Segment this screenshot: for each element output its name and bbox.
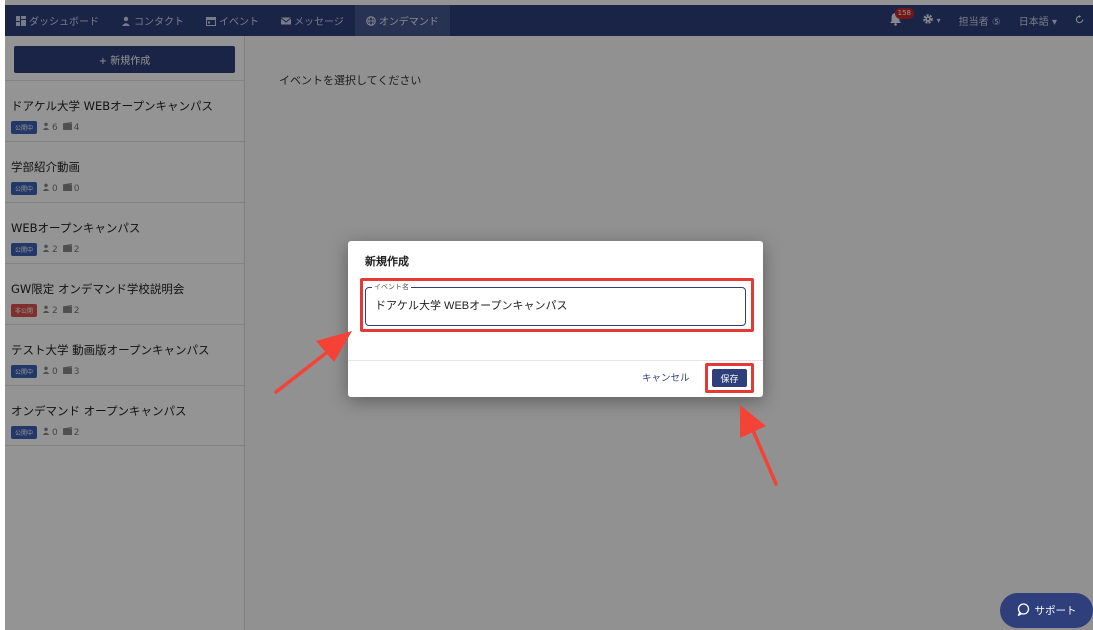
support-label: サポート — [1034, 605, 1077, 617]
dialog-divider — [348, 360, 763, 361]
dialog-title: 新規作成 — [365, 255, 409, 268]
cancel-button[interactable]: キャンセル — [642, 370, 690, 384]
chat-bubble-icon — [1017, 602, 1030, 619]
create-event-dialog: 新規作成 イベント名 キャンセル 保存 — [348, 241, 763, 397]
event-name-field[interactable]: イベント名 — [365, 282, 746, 326]
save-button[interactable]: 保存 — [712, 369, 747, 387]
event-name-input[interactable] — [375, 299, 735, 311]
event-name-label: イベント名 — [372, 282, 411, 292]
support-button[interactable]: サポート — [1000, 593, 1093, 628]
